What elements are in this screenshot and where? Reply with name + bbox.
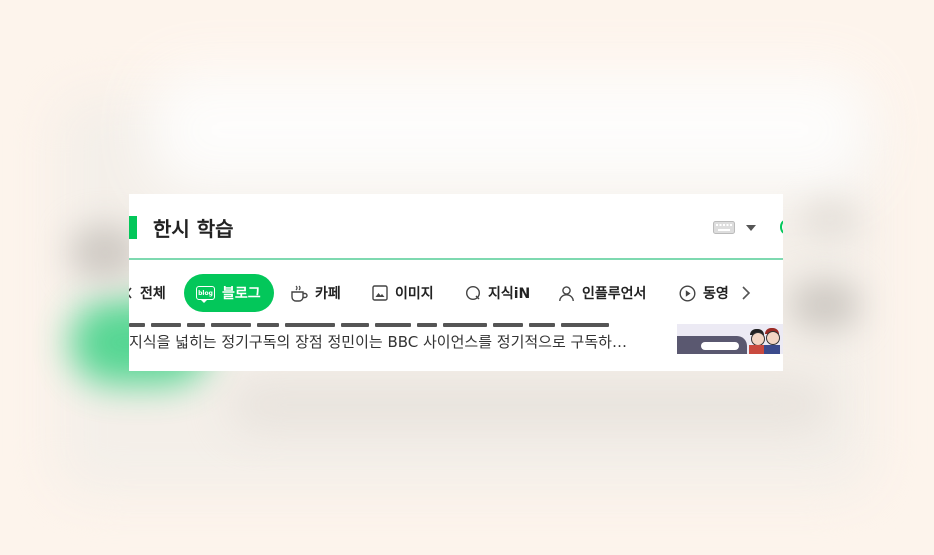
tab-blog[interactable]: blog 블로그 bbox=[184, 274, 274, 312]
result-thumbnail[interactable] bbox=[677, 324, 783, 354]
tab-kin[interactable]: 지식iN bbox=[465, 274, 530, 312]
blurred-gray-shape bbox=[800, 200, 860, 240]
tab-video[interactable]: 동영 bbox=[679, 274, 729, 312]
tab-label: 동영 bbox=[703, 286, 729, 302]
tab-label: 이미지 bbox=[395, 286, 434, 302]
tab-image[interactable]: 이미지 bbox=[372, 274, 434, 312]
blurred-gray-shape bbox=[790, 280, 860, 330]
play-circle-icon bbox=[679, 284, 696, 302]
kin-icon bbox=[465, 285, 481, 301]
all-icon bbox=[129, 287, 132, 299]
keyboard-icon[interactable] bbox=[713, 221, 735, 234]
cafe-icon bbox=[291, 285, 308, 302]
tab-all[interactable]: 전체 bbox=[129, 274, 166, 312]
blurred-gray-shape bbox=[230, 380, 830, 430]
tab-label: 인플루언서 bbox=[582, 286, 647, 302]
tab-label: 지식iN bbox=[488, 286, 531, 302]
tab-cafe[interactable]: 카페 bbox=[290, 274, 341, 312]
brand-accent-bar bbox=[129, 216, 137, 239]
tab-label: 전체 bbox=[140, 286, 166, 302]
search-bar[interactable]: 한시 학습 bbox=[129, 194, 783, 260]
chevron-right-icon[interactable] bbox=[740, 283, 752, 303]
blurred-backdrop-highlight bbox=[150, 70, 870, 190]
blog-icon: blog bbox=[196, 286, 215, 303]
chevron-down-icon[interactable] bbox=[746, 225, 756, 231]
tab-label: 카페 bbox=[315, 286, 341, 302]
tab-influencer[interactable]: 인플루언서 bbox=[558, 274, 646, 312]
tab-label: 블로그 bbox=[222, 286, 261, 302]
result-snippet[interactable]: 지식을 넓히는 정기구독의 장점 정민이는 BBC 사이언스를 정기적으로 구독… bbox=[129, 331, 627, 352]
search-result-panel: 한시 학습 전체 blog 블로그 카페 이미지 지식iN 인플루언서 동영 지… bbox=[129, 194, 783, 371]
search-button[interactable] bbox=[780, 220, 783, 234]
image-icon bbox=[372, 285, 388, 301]
search-tabs: 전체 blog 블로그 카페 이미지 지식iN 인플루언서 동영 bbox=[129, 274, 783, 312]
result-title-cropped bbox=[129, 320, 669, 327]
search-query[interactable]: 한시 학습 bbox=[153, 213, 234, 242]
person-icon bbox=[559, 285, 574, 301]
